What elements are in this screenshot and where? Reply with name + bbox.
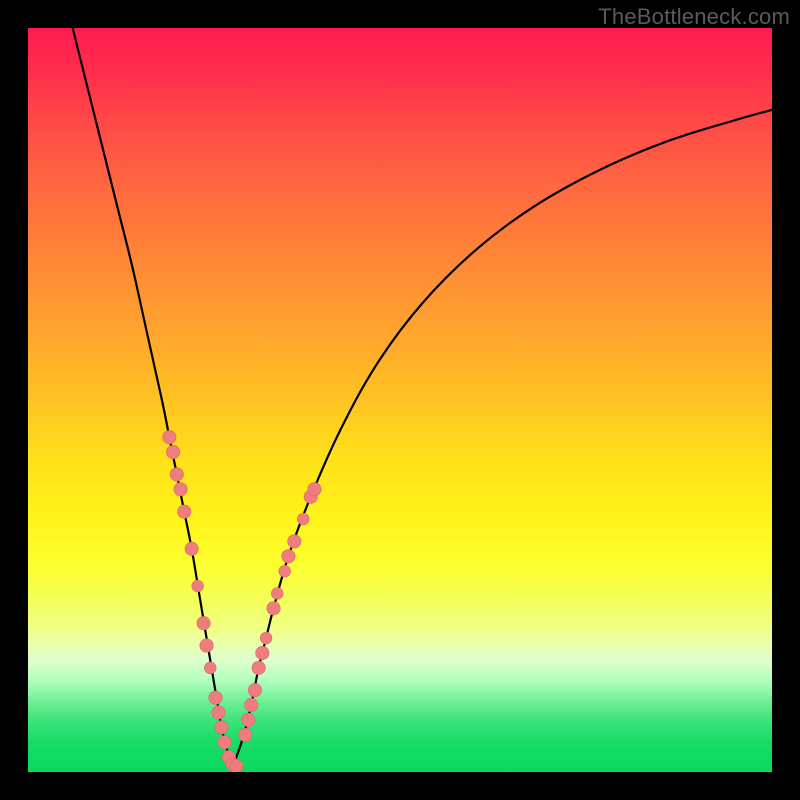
data-marker xyxy=(204,662,216,674)
chart-frame: TheBottleneck.com xyxy=(0,0,800,800)
data-marker xyxy=(288,535,301,548)
curve-layer xyxy=(73,28,772,765)
data-marker xyxy=(197,616,210,629)
data-marker xyxy=(215,721,228,734)
right-curve xyxy=(233,110,772,765)
marker-layer xyxy=(163,430,322,772)
data-marker xyxy=(200,639,213,652)
data-marker xyxy=(230,759,243,772)
watermark-text: TheBottleneck.com xyxy=(598,4,790,30)
data-marker xyxy=(308,483,321,496)
data-marker xyxy=(282,550,295,563)
data-marker xyxy=(279,565,291,577)
data-marker xyxy=(239,728,252,741)
data-marker xyxy=(174,483,187,496)
plot-area xyxy=(28,28,772,772)
data-marker xyxy=(242,713,255,726)
data-marker xyxy=(252,661,265,674)
data-marker xyxy=(256,646,269,659)
data-marker xyxy=(218,736,231,749)
data-marker xyxy=(248,683,261,696)
data-marker xyxy=(185,542,198,555)
data-marker xyxy=(209,691,222,704)
data-marker xyxy=(192,580,204,592)
data-marker xyxy=(163,430,176,443)
data-marker xyxy=(170,468,183,481)
data-marker xyxy=(212,706,225,719)
data-marker xyxy=(178,505,191,518)
chart-svg xyxy=(28,28,772,772)
data-marker xyxy=(166,445,179,458)
data-marker xyxy=(244,698,257,711)
data-marker xyxy=(267,602,280,615)
data-marker xyxy=(297,513,309,525)
data-marker xyxy=(260,632,272,644)
left-curve xyxy=(73,28,233,765)
data-marker xyxy=(271,588,283,600)
